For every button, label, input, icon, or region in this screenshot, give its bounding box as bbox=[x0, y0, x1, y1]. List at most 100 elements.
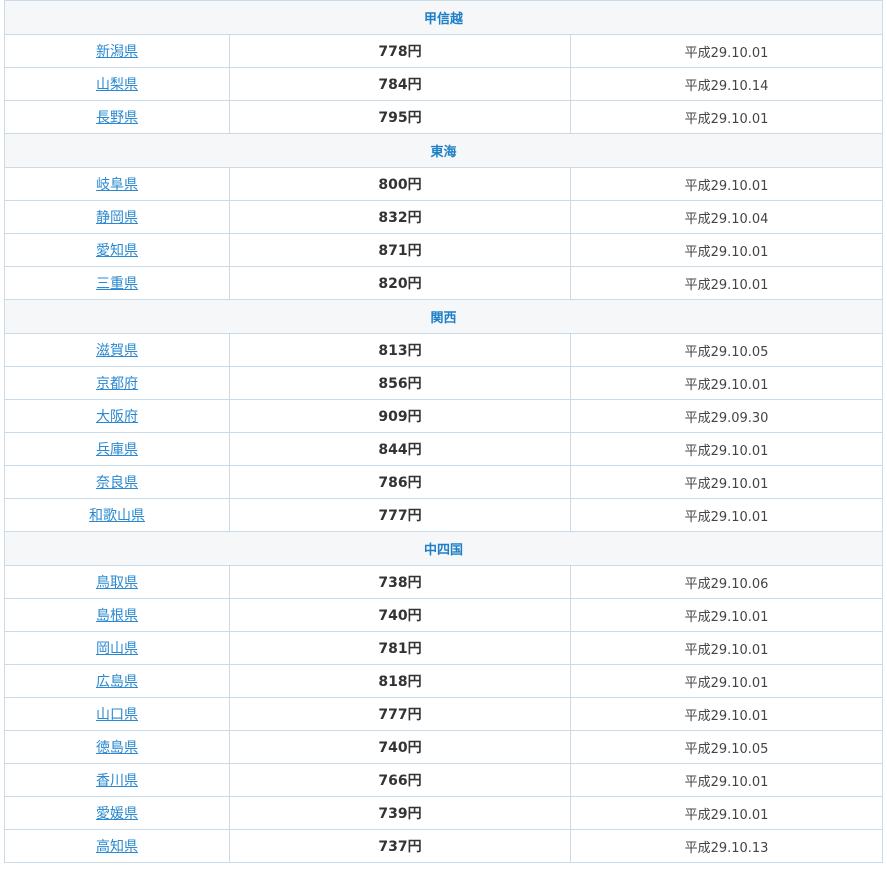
prefecture-link[interactable]: 香川県 bbox=[96, 773, 138, 789]
prefecture-link[interactable]: 高知県 bbox=[96, 839, 138, 855]
table-row: 長野県 795円 平成29.10.01 bbox=[4, 100, 884, 134]
prefecture-cell: 山梨県 bbox=[4, 67, 230, 101]
table-row: 大阪府 909円 平成29.09.30 bbox=[4, 399, 884, 433]
effective-date: 平成29.10.14 bbox=[569, 67, 884, 101]
table-row: 奈良県 786円 平成29.10.01 bbox=[4, 465, 884, 499]
wage-value: 818円 bbox=[229, 664, 571, 698]
region-header-row: 甲信越 bbox=[3, 0, 884, 35]
table-row: 岐阜県 800円 平成29.10.01 bbox=[4, 167, 884, 201]
table-row: 静岡県 832円 平成29.10.04 bbox=[4, 200, 884, 234]
prefecture-cell: 長野県 bbox=[4, 100, 230, 134]
prefecture-cell: 徳島県 bbox=[4, 730, 230, 764]
effective-date: 平成29.10.01 bbox=[569, 498, 884, 532]
table-row: 島根県 740円 平成29.10.01 bbox=[4, 598, 884, 632]
prefecture-link[interactable]: 広島県 bbox=[96, 674, 138, 690]
table-row: 広島県 818円 平成29.10.01 bbox=[4, 664, 884, 698]
prefecture-link[interactable]: 大阪府 bbox=[96, 409, 138, 425]
effective-date: 平成29.10.01 bbox=[569, 763, 884, 797]
region-header-row: 中四国 bbox=[3, 531, 884, 566]
region-header-row: 関西 bbox=[3, 299, 884, 334]
prefecture-link[interactable]: 鳥取県 bbox=[96, 575, 138, 591]
table-row: 京都府 856円 平成29.10.01 bbox=[4, 366, 884, 400]
effective-date: 平成29.10.01 bbox=[569, 366, 884, 400]
prefecture-link[interactable]: 兵庫県 bbox=[96, 442, 138, 458]
prefecture-cell: 新潟県 bbox=[4, 34, 230, 68]
prefecture-link[interactable]: 京都府 bbox=[96, 376, 138, 392]
table-row: 徳島県 740円 平成29.10.05 bbox=[4, 730, 884, 764]
prefecture-link[interactable]: 愛媛県 bbox=[96, 806, 138, 822]
wage-value: 800円 bbox=[229, 167, 571, 201]
prefecture-cell: 島根県 bbox=[4, 598, 230, 632]
prefecture-link[interactable]: 岐阜県 bbox=[96, 177, 138, 193]
wage-value: 795円 bbox=[229, 100, 571, 134]
effective-date: 平成29.09.30 bbox=[569, 399, 884, 433]
table-row: 鳥取県 738円 平成29.10.06 bbox=[4, 565, 884, 599]
prefecture-link[interactable]: 長野県 bbox=[96, 110, 138, 126]
effective-date: 平成29.10.01 bbox=[569, 233, 884, 267]
prefecture-link[interactable]: 山口県 bbox=[96, 707, 138, 723]
prefecture-link[interactable]: 滋賀県 bbox=[96, 343, 138, 359]
prefecture-cell: 愛知県 bbox=[4, 233, 230, 267]
wage-value: 784円 bbox=[229, 67, 571, 101]
prefecture-link[interactable]: 岡山県 bbox=[96, 641, 138, 657]
wage-value: 737円 bbox=[229, 829, 571, 863]
prefecture-link[interactable]: 島根県 bbox=[96, 608, 138, 624]
effective-date: 平成29.10.01 bbox=[569, 598, 884, 632]
table-row: 岡山県 781円 平成29.10.01 bbox=[4, 631, 884, 665]
minimum-wage-table: 甲信越 新潟県 778円 平成29.10.01 山梨県 784円 平成29.10… bbox=[3, 0, 884, 863]
prefecture-link[interactable]: 新潟県 bbox=[96, 44, 138, 60]
effective-date: 平成29.10.01 bbox=[569, 432, 884, 466]
prefecture-cell: 岐阜県 bbox=[4, 167, 230, 201]
wage-value: 786円 bbox=[229, 465, 571, 499]
prefecture-cell: 山口県 bbox=[4, 697, 230, 731]
table-row: 和歌山県 777円 平成29.10.01 bbox=[4, 498, 884, 532]
effective-date: 平成29.10.13 bbox=[569, 829, 884, 863]
region-header: 関西 bbox=[3, 299, 884, 334]
prefecture-link[interactable]: 三重県 bbox=[96, 276, 138, 292]
table-row: 香川県 766円 平成29.10.01 bbox=[4, 763, 884, 797]
wage-table-body: 甲信越 新潟県 778円 平成29.10.01 山梨県 784円 平成29.10… bbox=[3, 0, 884, 863]
effective-date: 平成29.10.01 bbox=[569, 266, 884, 300]
effective-date: 平成29.10.01 bbox=[569, 697, 884, 731]
table-row: 愛媛県 739円 平成29.10.01 bbox=[4, 796, 884, 830]
prefecture-cell: 三重県 bbox=[4, 266, 230, 300]
prefecture-link[interactable]: 山梨県 bbox=[96, 77, 138, 93]
table-row: 山口県 777円 平成29.10.01 bbox=[4, 697, 884, 731]
prefecture-cell: 兵庫県 bbox=[4, 432, 230, 466]
prefecture-cell: 和歌山県 bbox=[4, 498, 230, 532]
prefecture-cell: 高知県 bbox=[4, 829, 230, 863]
prefecture-link[interactable]: 和歌山県 bbox=[89, 508, 145, 524]
prefecture-cell: 鳥取県 bbox=[4, 565, 230, 599]
effective-date: 平成29.10.01 bbox=[569, 34, 884, 68]
prefecture-link[interactable]: 愛知県 bbox=[96, 243, 138, 259]
effective-date: 平成29.10.06 bbox=[569, 565, 884, 599]
effective-date: 平成29.10.04 bbox=[569, 200, 884, 234]
wage-value: 739円 bbox=[229, 796, 571, 830]
wage-value: 778円 bbox=[229, 34, 571, 68]
wage-value: 777円 bbox=[229, 697, 571, 731]
table-row: 山梨県 784円 平成29.10.14 bbox=[4, 67, 884, 101]
prefecture-cell: 香川県 bbox=[4, 763, 230, 797]
wage-value: 740円 bbox=[229, 730, 571, 764]
prefecture-link[interactable]: 静岡県 bbox=[96, 210, 138, 226]
region-header-row: 東海 bbox=[3, 133, 884, 168]
prefecture-cell: 岡山県 bbox=[4, 631, 230, 665]
wage-value: 909円 bbox=[229, 399, 571, 433]
table-row: 高知県 737円 平成29.10.13 bbox=[4, 829, 884, 863]
prefecture-cell: 大阪府 bbox=[4, 399, 230, 433]
wage-value: 856円 bbox=[229, 366, 571, 400]
effective-date: 平成29.10.05 bbox=[569, 333, 884, 367]
table-row: 三重県 820円 平成29.10.01 bbox=[4, 266, 884, 300]
effective-date: 平成29.10.01 bbox=[569, 664, 884, 698]
wage-value: 781円 bbox=[229, 631, 571, 665]
prefecture-cell: 奈良県 bbox=[4, 465, 230, 499]
prefecture-cell: 静岡県 bbox=[4, 200, 230, 234]
wage-value: 766円 bbox=[229, 763, 571, 797]
prefecture-link[interactable]: 徳島県 bbox=[96, 740, 138, 756]
wage-value: 844円 bbox=[229, 432, 571, 466]
prefecture-link[interactable]: 奈良県 bbox=[96, 475, 138, 491]
table-row: 滋賀県 813円 平成29.10.05 bbox=[4, 333, 884, 367]
region-header: 中四国 bbox=[3, 531, 884, 566]
minimum-wage-table-container: 甲信越 新潟県 778円 平成29.10.01 山梨県 784円 平成29.10… bbox=[3, 0, 884, 863]
wage-value: 871円 bbox=[229, 233, 571, 267]
